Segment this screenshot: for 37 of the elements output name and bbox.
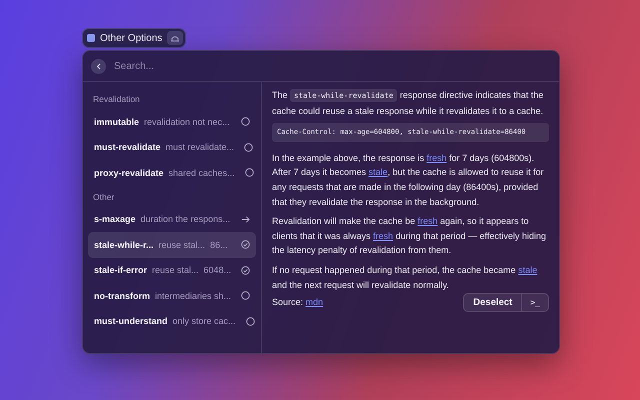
arrow-right-icon	[241, 214, 250, 224]
back-button[interactable]	[91, 58, 106, 74]
hat-icon[interactable]	[167, 31, 184, 45]
tag-chip[interactable]: Other Options	[82, 28, 186, 48]
paragraph: Revalidation will make the cache be fresh again, so it appears to clients that it was always fresh during that period — effectively hiding the latency penalty of revalidation from them.	[272, 215, 547, 258]
tag-label: Other Options	[100, 32, 162, 44]
list-item[interactable]: stale-while-r... reuse stal... 86...	[88, 232, 256, 258]
check-circle-icon	[241, 266, 250, 275]
circle-icon	[246, 316, 255, 326]
circle-icon	[244, 168, 254, 178]
terminal-button[interactable]: >_	[521, 294, 548, 312]
search-field[interactable]: Search...	[112, 60, 551, 72]
link[interactable]: stale	[518, 264, 538, 275]
link[interactable]: stale	[368, 167, 388, 178]
list-item[interactable]: must-understand only store cac...	[88, 308, 256, 334]
circle-icon	[241, 117, 250, 126]
link[interactable]: fresh	[418, 216, 438, 226]
list-item[interactable]: s-maxage duration the respons...	[88, 206, 256, 232]
section-title: Revalidation	[92, 93, 141, 106]
chevron-left-icon	[96, 62, 102, 70]
paragraph: If no request happened during that period, the cache became stale and the next request will revalidate normally.	[272, 264, 538, 292]
list-item[interactable]: no-transform intermediaries sh...	[88, 283, 256, 308]
square-icon	[87, 34, 95, 42]
paragraph: In the example above, the response is fresh for 7 days (604800s). After 7 days it becomes stale, but the cache is allowed to reuse it for any requests that are made in the following day (86400s), provided that they revalidate the response in the background.	[272, 152, 545, 209]
list-item[interactable]: must-revalidate must revalidate...	[88, 134, 256, 160]
circle-icon	[241, 291, 250, 300]
list-item[interactable]: proxy-revalidate shared caches...	[88, 160, 256, 186]
check-circle-icon	[241, 240, 250, 250]
list-item[interactable]: immutable revalidation not nec...	[88, 109, 256, 134]
list-item[interactable]: stale-if-error reuse stal... 6048...	[88, 258, 256, 283]
link[interactable]: fresh	[373, 230, 394, 241]
link[interactable]: mdn	[306, 297, 324, 308]
link[interactable]: fresh	[426, 152, 447, 163]
deselect-button[interactable]: Deselect	[464, 294, 522, 312]
circle-icon	[244, 142, 254, 152]
section-title: Other	[92, 190, 116, 204]
source-line: Source: mdn	[272, 296, 324, 310]
